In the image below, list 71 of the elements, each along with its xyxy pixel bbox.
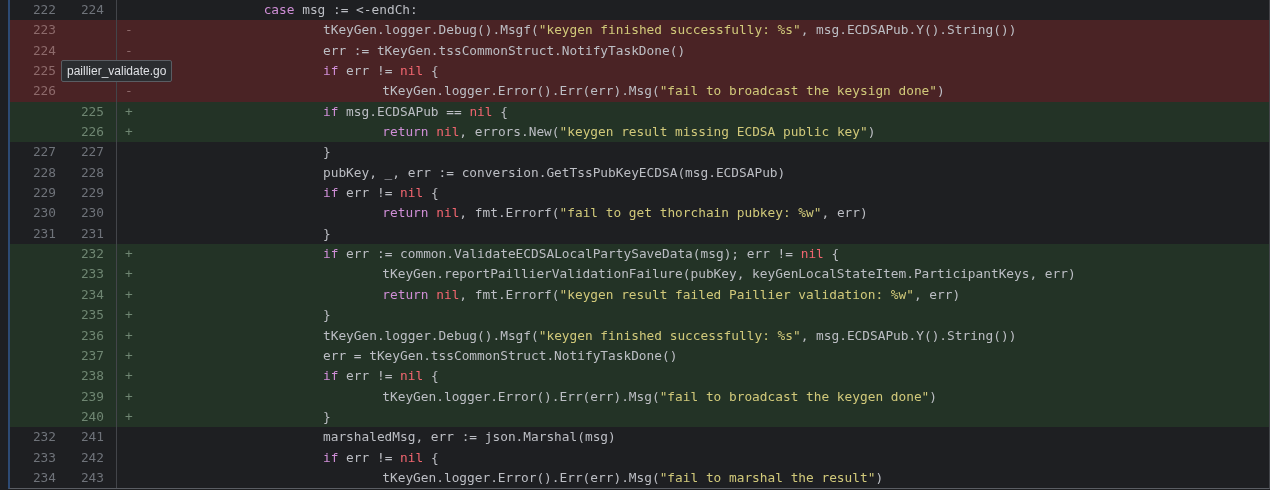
line-number: 224 <box>32 42 56 58</box>
line-number: 229 <box>32 185 56 201</box>
code-line: tKeyGen.reportPaillierValidationFailure(pubKey, keyGenLocalStateItem.ParticipantKeys, err) <box>381 266 1076 282</box>
code-line: err := tKeyGen.tssCommonStruct.NotifyTaskDone() <box>322 42 686 58</box>
line-number: 242 <box>80 449 104 465</box>
line-number: 225 <box>80 103 104 119</box>
change-marker: + <box>125 307 133 323</box>
code-line: } <box>322 307 331 323</box>
code-line: return nil, fmt.Errorf("fail to get thorchain pubkey: %w", err) <box>381 205 868 221</box>
change-marker: + <box>125 246 133 262</box>
line-number: 227 <box>32 144 56 160</box>
line-number: 236 <box>80 327 104 343</box>
code-line: } <box>322 225 331 241</box>
code-line: if msg.ECDSAPub == nil { <box>322 103 508 119</box>
line-number: 238 <box>80 368 104 384</box>
code-line: if err != nil { <box>322 368 439 384</box>
code-line: tKeyGen.logger.Error().Err(err).Msg("fail to marshal the result") <box>381 469 884 485</box>
line-number: 223 <box>32 22 56 38</box>
code-line: if err != nil { <box>322 185 439 201</box>
code-line: if err := common.ValidateECDSALocalPartySaveData(msg); err != nil { <box>322 246 840 262</box>
code-line: err = tKeyGen.tssCommonStruct.NotifyTaskDone() <box>322 347 678 363</box>
line-number: 222 <box>32 2 56 17</box>
line-number: 231 <box>32 225 56 241</box>
line-number: 232 <box>32 429 56 445</box>
code-line: tKeyGen.logger.Debug().Msgf("keygen finished successfully: %s", msg.ECDSAPub.Y().String()) <box>322 22 1017 38</box>
line-number: 240 <box>80 408 104 424</box>
line-number: 225 <box>32 63 56 79</box>
code-line: tKeyGen.logger.Error().Err(err).Msg("fail to broadcast the keysign done") <box>381 83 945 99</box>
code-line: pubKey, _, err := conversion.GetTssPubKeyECDSA(msg.ECDSAPub) <box>322 164 786 180</box>
change-marker: - <box>125 83 133 99</box>
code-line: marshaledMsg, err := json.Marshal(msg) <box>322 429 616 445</box>
code-line: return nil, errors.New("keygen result missing ECDSA public key") <box>381 124 876 140</box>
line-number: 230 <box>32 205 56 221</box>
line-number: 243 <box>80 469 104 485</box>
change-marker: + <box>125 347 133 363</box>
change-marker: + <box>125 286 133 302</box>
line-number: 237 <box>80 347 104 363</box>
change-marker: - <box>125 42 133 58</box>
line-number: 234 <box>80 286 104 302</box>
code-line: } <box>322 408 331 424</box>
line-number: 241 <box>80 429 104 445</box>
line-number: 231 <box>80 225 104 241</box>
line-number: 228 <box>80 164 104 180</box>
change-marker: - <box>125 22 133 38</box>
change-marker: + <box>125 327 133 343</box>
change-marker: + <box>125 388 133 404</box>
line-number: 232 <box>80 246 104 262</box>
change-marker: + <box>125 408 133 424</box>
line-number: 230 <box>80 205 104 221</box>
code-line: tKeyGen.logger.Error().Err(err).Msg("fail to broadcast the keygen done") <box>381 388 938 404</box>
line-number: 235 <box>80 307 104 323</box>
line-number: 229 <box>80 185 104 201</box>
line-number: 224 <box>80 2 104 17</box>
line-number: 233 <box>32 449 56 465</box>
line-number: 233 <box>80 266 104 282</box>
change-marker: + <box>125 368 133 384</box>
code-line: case msg := <-endCh: <box>262 2 418 17</box>
line-number: 234 <box>32 469 56 485</box>
change-marker: + <box>125 266 133 282</box>
line-number: 227 <box>80 144 104 160</box>
line-number: 239 <box>80 388 104 404</box>
line-number: 228 <box>32 164 56 180</box>
code-line: } <box>322 144 331 160</box>
line-number: 226 <box>32 83 56 99</box>
code-line: tKeyGen.logger.Debug().Msgf("keygen finished successfully: %s", msg.ECDSAPub.Y().String()) <box>322 327 1017 343</box>
change-marker: + <box>125 124 133 140</box>
code-line: return nil, fmt.Errorf("keygen result failed Paillier validation: %w", err) <box>381 286 961 302</box>
tooltip: paillier_validate.go <box>61 60 173 82</box>
change-marker: + <box>125 103 133 119</box>
code-line: if err != nil { <box>322 449 439 465</box>
line-number: 226 <box>80 124 104 140</box>
